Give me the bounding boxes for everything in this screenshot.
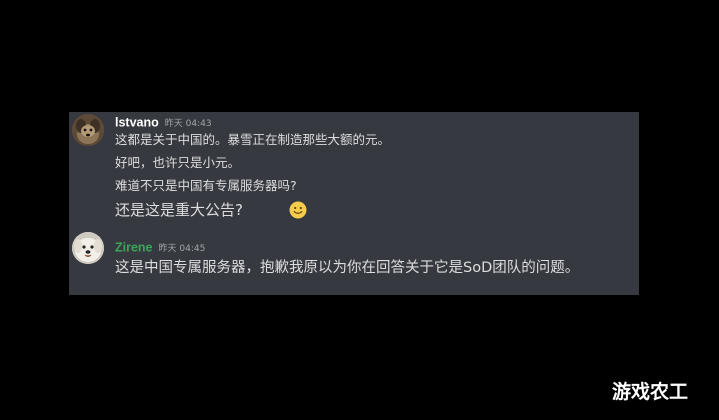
dog-avatar-icon [72,114,104,146]
username[interactable]: Zirene [115,241,153,255]
message-text: 这都是关于中国的。暴雪正在制造那些大额的元。 [115,132,391,147]
message-text: 难道不只是中国有专属服务器吗? [115,178,297,193]
slightly-smiling-face-icon [289,201,307,219]
dog-avatar-icon [72,232,104,264]
chat-panel: lstvano 昨天 04:43 这都是关于中国的。暴雪正在制造那些大额的元。 好… [69,112,639,295]
avatar[interactable] [72,232,104,264]
screenshot-canvas: lstvano 昨天 04:43 这都是关于中国的。暴雪正在制造那些大额的元。 好… [0,0,719,420]
message-text: 这是中国专属服务器，抱歉我原以为你在回答关于它是SoD团队的问题。 [115,260,580,276]
message-text: 还是这是重大公告? [115,201,243,219]
message-text: 好吧，也许只是小元。 [115,155,241,170]
username[interactable]: lstvano [115,116,159,130]
avatar[interactable] [72,114,104,146]
message-header: lstvano 昨天 04:43 [115,112,212,130]
timestamp: 昨天 04:45 [158,244,206,254]
timestamp: 昨天 04:43 [164,119,212,129]
message-header: Zirene 昨天 04:45 [115,237,206,255]
message-text-row: 还是这是重大公告? [115,199,307,220]
watermark-text: 游戏农工 [612,381,689,403]
